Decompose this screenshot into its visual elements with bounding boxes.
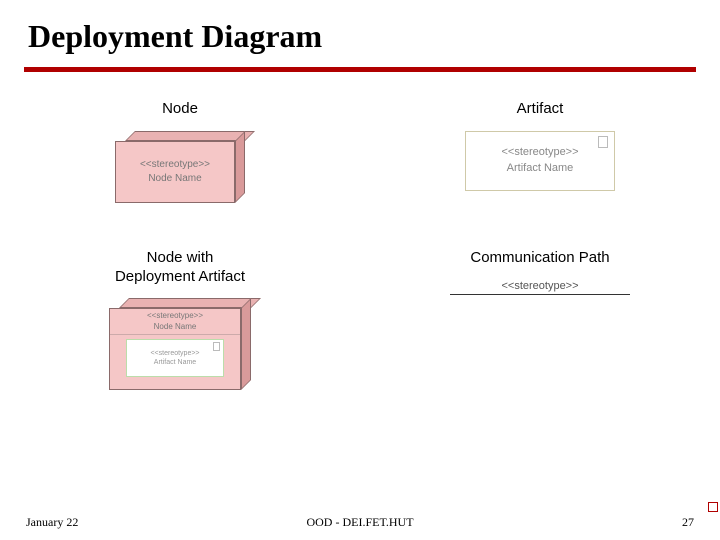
row-2: Node with Deployment Artifact <<stereoty… (0, 249, 720, 391)
artifact-box-icon: <<stereotype>> Artifact Name (465, 131, 615, 191)
slide-content: Node <<stereotype>> Node Name Artifact <… (0, 100, 720, 402)
outer-node-name: Node Name (154, 322, 197, 331)
footer: January 22 OOD - DEI.FET.HUT 27 (0, 515, 720, 530)
row-1: Node <<stereotype>> Node Name Artifact <… (0, 100, 720, 203)
node-with-artifact-icon: <<stereotype>> Node Name <<stereotype>> … (109, 298, 251, 390)
corner-square-icon (708, 502, 718, 512)
node-3d-icon: <<stereotype>> Node Name (115, 131, 245, 203)
nested-artifact-icon: <<stereotype>> Artifact Name (126, 339, 224, 377)
cell-comm-path: Communication Path <<stereotype>> (360, 249, 720, 391)
comm-path-stereotype: <<stereotype>> (501, 280, 578, 292)
outer-stereotype: <<stereotype>> (147, 311, 203, 320)
footer-center: OOD - DEI.FET.HUT (249, 515, 472, 530)
node-stereotype: <<stereotype>> (140, 158, 210, 172)
label-comm-path: Communication Path (470, 249, 609, 268)
inner-artifact-name: Artifact Name (154, 358, 196, 367)
artifact-name: Artifact Name (507, 161, 574, 176)
communication-path-icon: <<stereotype>> (450, 280, 630, 295)
label-artifact: Artifact (517, 100, 564, 119)
artifact-stereotype: <<stereotype>> (501, 145, 578, 160)
inner-stereotype: <<stereotype>> (150, 349, 199, 358)
slide-title: Deployment Diagram (0, 0, 720, 61)
document-dogear-icon (598, 136, 608, 148)
nested-dogear-icon (213, 342, 220, 351)
cell-node-with-artifact: Node with Deployment Artifact <<stereoty… (0, 249, 360, 391)
title-underline (24, 67, 696, 72)
comm-path-line-icon (450, 294, 630, 295)
cell-node: Node <<stereotype>> Node Name (0, 100, 360, 203)
label-node: Node (162, 100, 198, 119)
cell-artifact: Artifact <<stereotype>> Artifact Name (360, 100, 720, 203)
node-name: Node Name (148, 172, 201, 186)
footer-date: January 22 (26, 515, 249, 530)
label-node-with-artifact: Node with Deployment Artifact (115, 249, 245, 287)
footer-page: 27 (471, 515, 694, 530)
